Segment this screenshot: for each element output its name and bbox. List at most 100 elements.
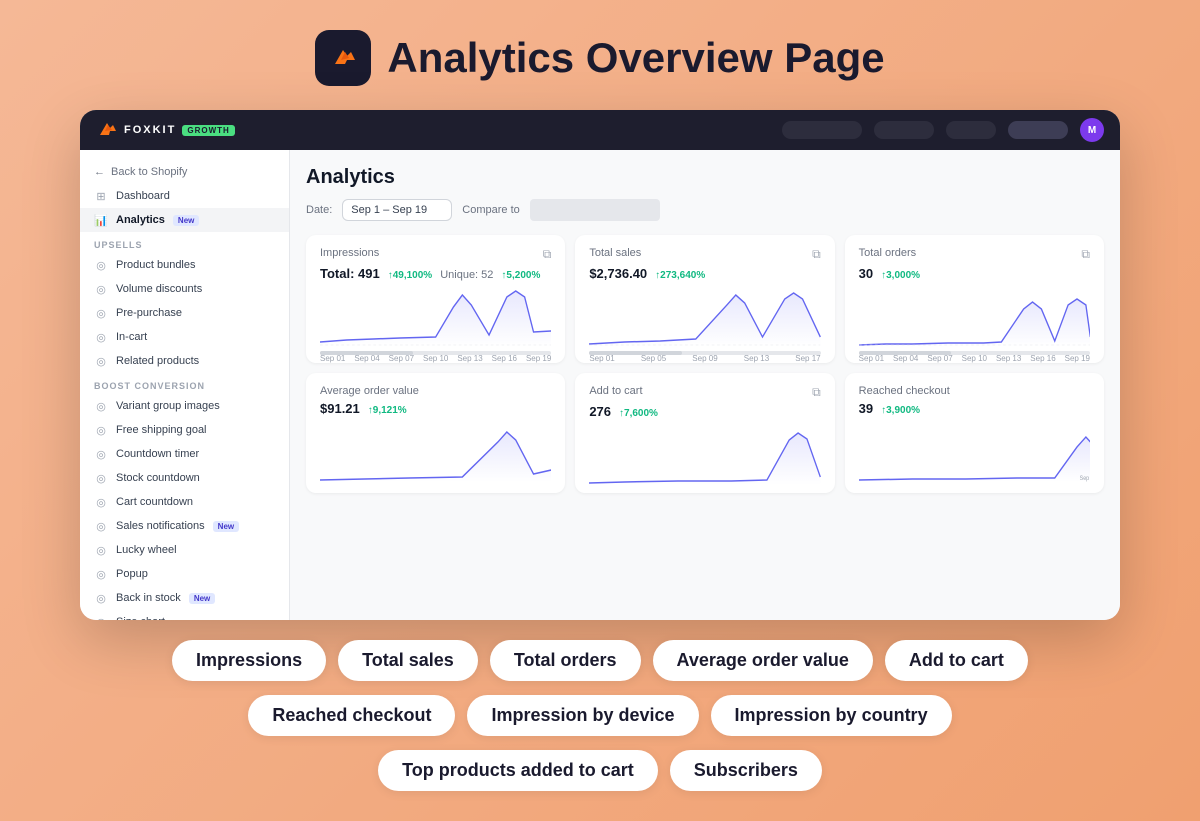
sidebar-item-in-cart[interactable]: ◎ In-cart xyxy=(80,325,289,349)
total-sales-badge: ↑273,640% xyxy=(655,270,705,281)
pill-reached-checkout[interactable]: Reached checkout xyxy=(248,695,455,736)
stat-card-impressions: Impressions ⧉ Total: 491 ↑49,100% Unique… xyxy=(306,235,565,363)
pill-add-to-cart[interactable]: Add to cart xyxy=(885,640,1028,681)
stat-card-total-sales: Total sales ⧉ $2,736.40 ↑273,640% xyxy=(575,235,834,363)
sidebar-item-analytics[interactable]: 📊 Analytics New xyxy=(80,208,289,232)
countdown-timer-icon: ◎ xyxy=(94,447,108,461)
main-layout: ← Back to Shopify ⊞ Dashboard 📊 Analytic… xyxy=(80,150,1120,620)
sidebar-item-product-bundles[interactable]: ◎ Product bundles xyxy=(80,253,289,277)
sidebar-item-popup[interactable]: ◎ Popup xyxy=(80,562,289,586)
stock-countdown-icon: ◎ xyxy=(94,471,108,485)
reached-checkout-chart: Sep 19 xyxy=(859,422,1090,482)
total-orders-copy-icon[interactable]: ⧉ xyxy=(1081,247,1090,262)
impressions-x-labels: Sep 01 Sep 04 Sep 07 Sep 10 Sep 13 Sep 1… xyxy=(320,354,551,363)
impressions-value-row: Total: 491 ↑49,100% Unique: 52 ↑5,200% xyxy=(320,266,551,281)
pills-row-3: Top products added to cart Subscribers xyxy=(378,750,822,791)
total-orders-value-row: 30 ↑3,000% xyxy=(859,266,1090,281)
total-orders-badge: ↑3,000% xyxy=(881,270,920,281)
sidebar-item-volume-discounts[interactable]: ◎ Volume discounts xyxy=(80,277,289,301)
sidebar-item-back-in-stock[interactable]: ◎ Back in stock New xyxy=(80,586,289,610)
pill-top-products-added-to-cart[interactable]: Top products added to cart xyxy=(378,750,658,791)
upsells-section-label: UPSELLS xyxy=(80,232,289,253)
total-orders-x-labels: Sep 01 Sep 04 Sep 07 Sep 10 Sep 13 Sep 1… xyxy=(859,354,1090,363)
sidebar-item-cart-countdown[interactable]: ◎ Cart countdown xyxy=(80,490,289,514)
total-sales-x-labels: Sep 01 Sep 05 Sep 09 Sep 13 Sep 17 xyxy=(589,354,820,363)
add-to-cart-badge: ↑7,600% xyxy=(619,408,658,419)
analytics-icon: 📊 xyxy=(94,213,108,227)
pill-average-order-value[interactable]: Average order value xyxy=(653,640,873,681)
add-to-cart-chart xyxy=(589,425,820,485)
total-sales-value: $2,736.40 xyxy=(589,266,647,281)
analytics-new-badge: New xyxy=(173,215,199,226)
pill-impressions[interactable]: Impressions xyxy=(172,640,326,681)
sidebar-item-pre-purchase[interactable]: ◎ Pre-purchase xyxy=(80,301,289,325)
pill-total-sales[interactable]: Total sales xyxy=(338,640,478,681)
total-orders-header: Total orders ⧉ xyxy=(859,247,1090,262)
page-title: Analytics Overview Page xyxy=(387,34,884,82)
nav-upgrade-button[interactable] xyxy=(1008,121,1068,139)
pill-impression-by-device[interactable]: Impression by device xyxy=(467,695,698,736)
stat-card-total-orders: Total orders ⧉ 30 ↑3,000% xyxy=(845,235,1104,363)
total-orders-label: Total orders xyxy=(859,247,916,259)
avg-order-value-row: $91.21 ↑9,121% xyxy=(320,401,551,416)
sidebar-item-dashboard[interactable]: ⊞ Dashboard xyxy=(80,184,289,208)
app-logo-icon xyxy=(315,30,371,86)
reached-checkout-header: Reached checkout xyxy=(859,385,1090,397)
nav-pill-2[interactable] xyxy=(874,121,934,139)
compare-bar[interactable] xyxy=(530,199,660,221)
date-filter-select[interactable]: Sep 1 – Sep 19 xyxy=(342,199,452,221)
reached-checkout-label: Reached checkout xyxy=(859,385,950,397)
sidebar-item-related-products[interactable]: ◎ Related products xyxy=(80,349,289,373)
sidebar-item-sales-notifications[interactable]: ◎ Sales notifications New xyxy=(80,514,289,538)
stats-grid-top: Impressions ⧉ Total: 491 ↑49,100% Unique… xyxy=(306,235,1104,363)
sidebar-item-stock-countdown[interactable]: ◎ Stock countdown xyxy=(80,466,289,490)
sidebar-item-variant-group-images[interactable]: ◎ Variant group images xyxy=(80,394,289,418)
add-to-cart-label: Add to cart xyxy=(589,385,642,397)
avg-order-value-label: Average order value xyxy=(320,385,419,397)
pills-row-1: Impressions Total sales Total orders Ave… xyxy=(172,640,1028,681)
related-products-icon: ◎ xyxy=(94,354,108,368)
total-sales-copy-icon[interactable]: ⧉ xyxy=(812,247,821,262)
impressions-chart: Sep 01 Sep 04 Sep 07 Sep 10 Sep 13 Sep 1… xyxy=(320,287,551,347)
pills-section: Impressions Total sales Total orders Ave… xyxy=(172,640,1028,791)
impressions-copy-icon[interactable]: ⧉ xyxy=(543,247,552,262)
stat-card-reached-checkout: Reached checkout 39 ↑3,900% Sep 19 xyxy=(845,373,1104,493)
impressions-total: Total: 491 xyxy=(320,266,380,281)
size-chart-icon: ◎ xyxy=(94,615,108,620)
nav-brand: FOXKIT GROWTH xyxy=(96,119,235,141)
filter-row: Date: Sep 1 – Sep 19 Compare to xyxy=(306,199,1104,221)
sidebar-item-lucky-wheel[interactable]: ◎ Lucky wheel xyxy=(80,538,289,562)
page-header: Analytics Overview Page xyxy=(315,30,884,86)
boost-conversion-section-label: BOOST CONVERSION xyxy=(80,373,289,394)
in-cart-icon: ◎ xyxy=(94,330,108,344)
avg-order-value-badge: ↑9,121% xyxy=(368,405,407,416)
back-in-stock-new-badge: New xyxy=(189,593,215,604)
sidebar-item-size-chart[interactable]: ◎ Size chart xyxy=(80,610,289,620)
pre-purchase-icon: ◎ xyxy=(94,306,108,320)
svg-text:Sep 19: Sep 19 xyxy=(1079,476,1090,482)
impressions-badge1: ↑49,100% xyxy=(388,270,432,281)
pill-impression-by-country[interactable]: Impression by country xyxy=(711,695,952,736)
back-to-shopify[interactable]: ← Back to Shopify xyxy=(80,160,289,184)
stat-card-avg-order-value: Average order value $91.21 ↑9,121% xyxy=(306,373,565,493)
product-bundles-icon: ◎ xyxy=(94,258,108,272)
variant-group-images-icon: ◎ xyxy=(94,399,108,413)
total-sales-chart: Sep 01 Sep 05 Sep 09 Sep 13 Sep 17 xyxy=(589,287,820,347)
total-sales-label: Total sales xyxy=(589,247,641,259)
back-arrow-icon: ← xyxy=(94,166,105,178)
pill-subscribers[interactable]: Subscribers xyxy=(670,750,822,791)
dashboard-icon: ⊞ xyxy=(94,189,108,203)
nav-pill-3[interactable] xyxy=(946,121,996,139)
pill-total-orders[interactable]: Total orders xyxy=(490,640,641,681)
sidebar-item-free-shipping-goal[interactable]: ◎ Free shipping goal xyxy=(80,418,289,442)
pills-row-2: Reached checkout Impression by device Im… xyxy=(248,695,951,736)
free-shipping-goal-icon: ◎ xyxy=(94,423,108,437)
add-to-cart-copy-icon[interactable]: ⧉ xyxy=(812,385,821,400)
avg-order-value-chart xyxy=(320,422,551,482)
impressions-badge2: ↑5,200% xyxy=(501,270,540,281)
app-window: FOXKIT GROWTH M ← Back to Shopify ⊞ Dash… xyxy=(80,110,1120,620)
nav-pill-1[interactable] xyxy=(782,121,862,139)
sidebar-item-countdown-timer[interactable]: ◎ Countdown timer xyxy=(80,442,289,466)
avatar[interactable]: M xyxy=(1080,118,1104,142)
stat-card-impressions-header: Impressions ⧉ xyxy=(320,247,551,262)
